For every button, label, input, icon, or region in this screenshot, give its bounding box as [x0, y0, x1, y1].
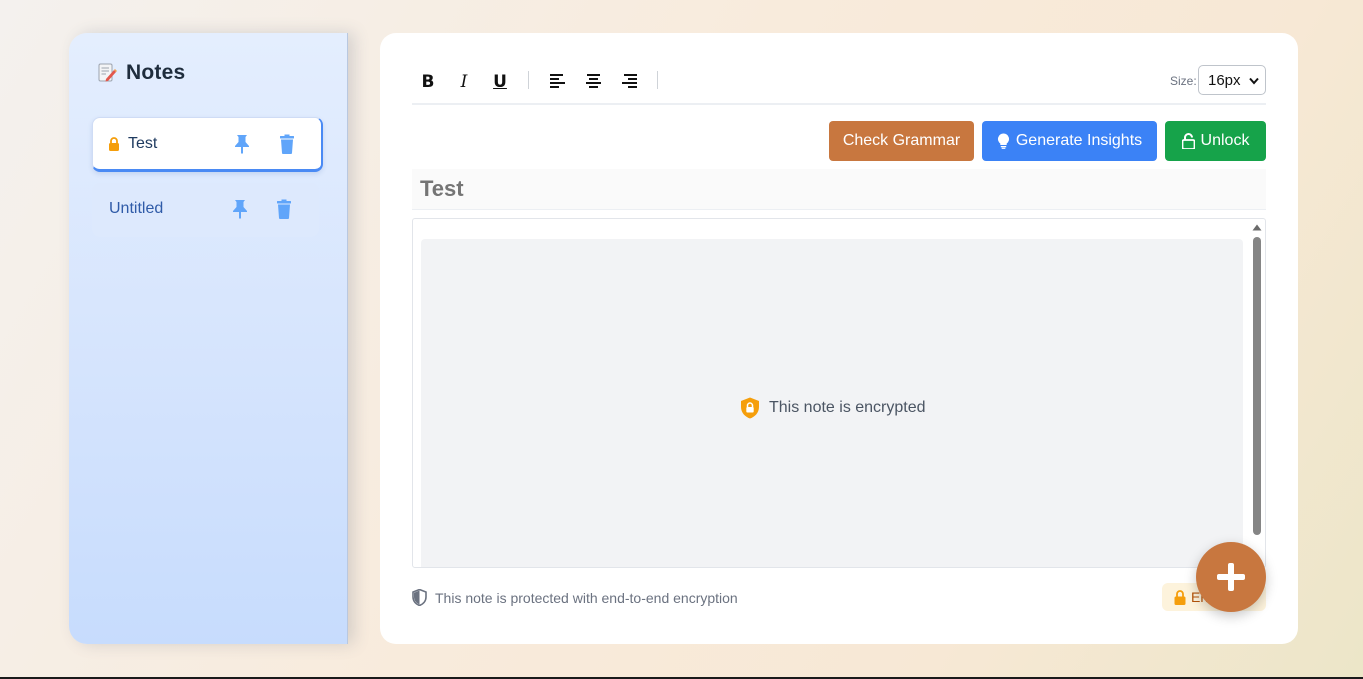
scroll-up-arrow-icon[interactable] [1252, 224, 1262, 231]
encrypted-message-text: This note is encrypted [769, 399, 926, 416]
lightbulb-icon [997, 133, 1009, 149]
chevron-down-icon [1249, 77, 1259, 85]
note-label: Test [128, 135, 158, 152]
toolbar-divider [657, 71, 658, 89]
sidebar-title: Notes [126, 61, 186, 84]
trash-icon[interactable] [279, 134, 295, 154]
add-note-button[interactable] [1196, 542, 1266, 612]
note-content-area[interactable]: This note is encrypted [412, 218, 1266, 568]
size-label: Size: [1170, 74, 1197, 88]
pin-icon[interactable] [232, 199, 248, 219]
plus-icon [1217, 563, 1245, 591]
italic-button[interactable]: I [453, 71, 475, 93]
unlock-label: Unlock [1200, 132, 1250, 149]
underline-button[interactable]: U [489, 71, 511, 93]
note-item-test[interactable]: Test [92, 117, 323, 172]
align-center-icon[interactable] [586, 74, 601, 88]
shield-lock-icon [741, 397, 759, 419]
unlock-icon [1181, 133, 1195, 149]
encrypted-message: This note is encrypted [740, 397, 926, 419]
check-grammar-label: Check Grammar [842, 132, 961, 149]
notes-app: Notes Test Untitled B I U Size: 16px Che… [69, 33, 1298, 644]
font-size-value: 16px [1208, 71, 1241, 89]
editor-panel: B I U Size: 16px Check Grammar Generate … [380, 33, 1298, 644]
font-size-select[interactable]: 16px [1198, 65, 1266, 95]
note-title-input[interactable]: Test [412, 169, 1266, 210]
encrypted-overlay: This note is encrypted [421, 239, 1243, 567]
notes-logo-icon [98, 63, 117, 82]
formatting-toolbar: B I U Size: 16px [412, 63, 1266, 105]
trash-icon[interactable] [276, 199, 292, 219]
unlock-button[interactable]: Unlock [1165, 121, 1266, 161]
scrollbar-thumb[interactable] [1253, 237, 1261, 535]
shield-icon [412, 589, 427, 606]
encryption-notice-text: This note is protected with end-to-end e… [435, 589, 738, 606]
sidebar-header: Notes [97, 61, 185, 85]
toolbar-divider [528, 71, 529, 89]
note-label: Untitled [109, 200, 164, 217]
scrollbar[interactable] [1249, 219, 1265, 567]
lock-icon [1174, 589, 1186, 605]
generate-insights-button[interactable]: Generate Insights [982, 121, 1157, 161]
generate-insights-label: Generate Insights [1015, 132, 1143, 149]
note-item-untitled[interactable]: Untitled [92, 183, 319, 237]
lock-icon [109, 137, 119, 151]
check-grammar-button[interactable]: Check Grammar [829, 121, 974, 161]
align-left-icon[interactable] [550, 74, 565, 88]
pin-icon[interactable] [234, 134, 250, 154]
bold-button[interactable]: B [417, 71, 439, 93]
encryption-notice: This note is protected with end-to-end e… [412, 589, 738, 606]
align-right-icon[interactable] [622, 74, 637, 88]
sidebar: Notes Test Untitled [69, 33, 348, 644]
